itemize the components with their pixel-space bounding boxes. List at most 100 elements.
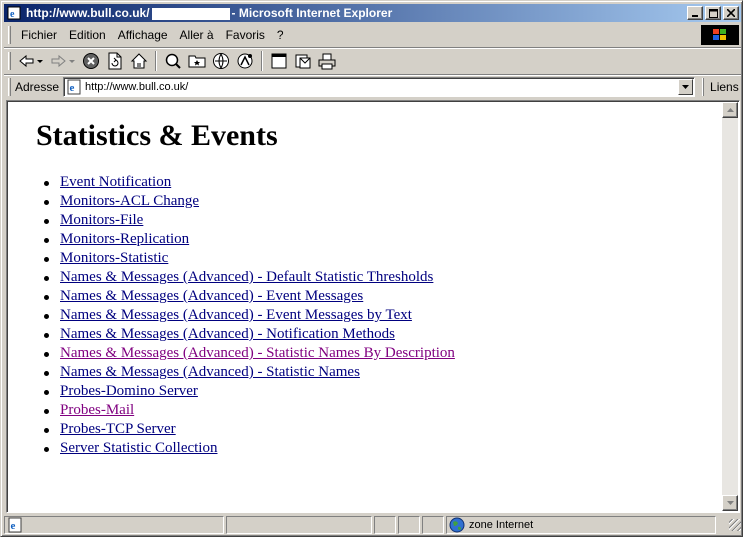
page-link[interactable]: Monitors-Statistic [60,250,168,266]
list-item: Names & Messages (Advanced) - Notificati… [44,325,721,344]
page-link[interactable]: Probes-Mail [60,402,134,418]
back-icon [19,54,43,67]
search-button[interactable] [162,50,184,72]
scroll-up-button[interactable] [722,102,738,118]
minimize-icon [692,15,698,17]
refresh-button[interactable] [104,50,126,72]
svg-text:e: e [70,82,75,94]
home-icon [130,52,148,68]
toolbar-grip[interactable] [8,26,11,44]
svg-text:e: e [11,520,16,532]
address-field[interactable]: e [63,76,696,97]
fullscreen-icon [271,53,287,68]
history-button[interactable] [210,50,232,72]
bullet-icon [44,219,49,224]
toolbar-grip[interactable] [8,77,11,96]
toolbar-separator [155,50,157,71]
ie-icon: e [6,5,22,21]
minimize-button[interactable] [687,6,703,20]
print-button[interactable] [316,50,338,72]
security-zone-panel: zone Internet [446,516,716,534]
address-input[interactable] [85,80,666,93]
svg-text:e: e [10,9,15,20]
menu-help[interactable]: ? [271,26,290,44]
forward-button[interactable] [48,50,78,72]
bullet-icon [44,238,49,243]
page-link[interactable]: Names & Messages (Advanced) - Event Mess… [60,307,412,323]
mail-icon [295,54,311,68]
refresh-icon [108,52,122,69]
page-status-icon: e [8,517,22,533]
toolbar-grip[interactable] [8,51,11,70]
progress-panel [226,516,372,534]
address-dropdown-button[interactable] [678,78,694,95]
back-button[interactable] [16,50,46,72]
bullet-icon [44,181,49,186]
menu-bar: Fichier Edition Affichage Aller à Favori… [4,24,741,46]
redacted-block [151,7,230,20]
channels-icon [237,53,253,68]
windows-logo-icon [701,25,739,45]
page-link[interactable]: Names & Messages (Advanced) - Notificati… [60,326,395,342]
close-button[interactable] [723,6,739,20]
list-item: Monitors-Statistic [44,249,721,268]
page-link[interactable]: Probes-TCP Server [60,421,176,437]
links-button[interactable]: Liens [703,77,739,96]
resize-grip[interactable] [729,519,741,531]
list-item: Names & Messages (Advanced) - Default St… [44,268,721,287]
page-content: Statistics & Events Event Notification Mo… [9,103,721,511]
page-link[interactable]: Names & Messages (Advanced) - Statistic … [60,345,455,361]
status-bar: e zone Internet [4,515,741,535]
menu-fichier[interactable]: Fichier [15,26,63,44]
maximize-icon [708,8,718,18]
status-panel-lock [398,516,420,534]
list-item: Names & Messages (Advanced) - Statistic … [44,344,721,363]
history-icon [213,52,229,69]
favorites-icon [188,55,206,67]
window-title: http://www.bull.co.uk/ - Microsoft Intern… [26,6,392,20]
chevron-up-icon [726,108,734,112]
window-title-suffix: - Microsoft Internet Explorer [231,6,393,20]
stop-icon [83,52,99,69]
mail-button[interactable] [292,50,314,72]
bullet-icon [44,390,49,395]
bullet-icon [44,447,49,452]
scroll-down-button[interactable] [722,495,738,511]
status-panel-offline [374,516,396,534]
menu-affichage[interactable]: Affichage [112,26,174,44]
page-link[interactable]: Names & Messages (Advanced) - Statistic … [60,364,360,380]
vertical-scrollbar[interactable] [722,102,738,511]
page-title: Statistics & Events [36,119,278,152]
maximize-button[interactable] [705,6,721,20]
menu-aller-a[interactable]: Aller à [174,26,220,44]
page-link[interactable]: Monitors-ACL Change [60,193,199,209]
page-link[interactable]: Event Notification [60,174,171,190]
page-link[interactable]: Monitors-File [60,212,143,228]
bullet-icon [44,295,49,300]
page-link[interactable]: Server Statistic Collection [60,440,217,456]
bullet-icon [44,409,49,414]
address-bar: Adresse e Liens [4,74,741,98]
page-link[interactable]: Monitors-Replication [60,231,189,247]
forward-icon [51,54,75,67]
home-button[interactable] [128,50,150,72]
page-link[interactable]: Probes-Domino Server [60,383,198,399]
page-link[interactable]: Names & Messages (Advanced) - Event Mess… [60,288,363,304]
security-zone-label: zone Internet [469,519,534,531]
chevron-down-icon [682,84,690,89]
channels-button[interactable] [234,50,256,72]
search-icon [165,53,181,69]
globe-icon [449,517,465,533]
stop-button[interactable] [80,50,102,72]
menu-favoris[interactable]: Favoris [220,26,271,44]
favorites-button[interactable] [186,50,208,72]
list-item: Monitors-Replication [44,230,721,249]
fullscreen-button[interactable] [268,50,290,72]
address-label: Adresse [15,79,60,94]
list-item: Monitors-File [44,211,721,230]
bullet-icon [44,257,49,262]
title-bar[interactable]: e http://www.bull.co.uk/ - Microsoft Inte… [4,4,741,22]
menu-edition[interactable]: Edition [63,26,112,44]
page-link[interactable]: Names & Messages (Advanced) - Default St… [60,269,433,285]
bullet-icon [44,352,49,357]
